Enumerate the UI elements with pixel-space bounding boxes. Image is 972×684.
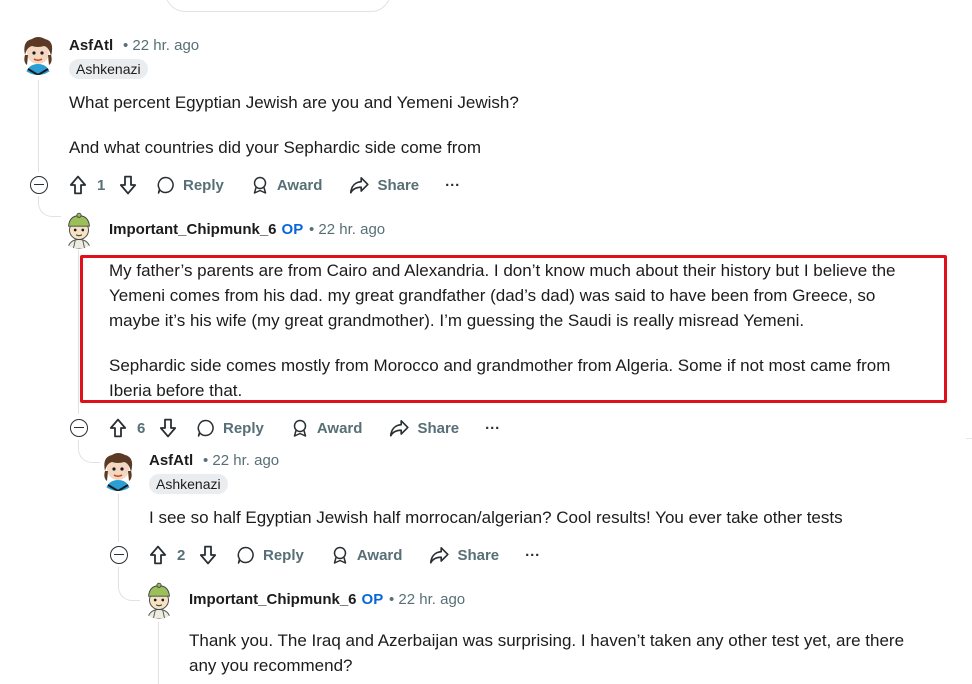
user-flair: Ashkenazi (69, 59, 148, 79)
award-label: Award (276, 176, 323, 194)
reply-label: Reply (183, 176, 224, 194)
comment-timestamp[interactable]: • 22 hr. ago (309, 221, 385, 238)
upvote-icon[interactable] (106, 416, 130, 440)
chipmunk-avatar-icon (140, 581, 178, 619)
collapse-thread-button[interactable] (110, 546, 128, 564)
reply-icon (236, 545, 256, 565)
comment-author[interactable]: AsfAtl (149, 452, 193, 469)
reply-icon (156, 175, 176, 195)
reply-button[interactable]: Reply (196, 418, 264, 438)
share-button[interactable]: Share (428, 544, 499, 566)
comment-action-bar: 1 Reply Award Share ··· (66, 168, 460, 202)
previous-element-edge (165, 0, 391, 12)
comment-timestamp[interactable]: • 22 hr. ago (389, 591, 465, 608)
comment-body-paragraph: My father’s parents are from Cairo and A… (109, 261, 896, 330)
avatar[interactable] (98, 451, 138, 491)
user-flair: Ashkenazi (149, 474, 228, 494)
chipmunk-avatar-icon (60, 211, 98, 249)
vote-controls: 2 (146, 543, 220, 567)
asfatl-avatar-icon (18, 35, 58, 75)
reply-button[interactable]: Reply (236, 545, 304, 565)
comment-timestamp[interactable]: • 22 hr. ago (203, 452, 279, 469)
more-options-button[interactable]: ··· (485, 420, 500, 437)
collapse-thread-button[interactable] (70, 419, 88, 437)
comment-action-bar: 2 Reply Award Share ··· (146, 538, 540, 572)
op-badge: OP (281, 221, 304, 238)
more-icon: ··· (525, 546, 541, 564)
reply-button[interactable]: Reply (156, 175, 224, 195)
award-icon (250, 175, 270, 195)
reply-label: Reply (263, 546, 304, 564)
more-icon: ··· (485, 419, 501, 437)
share-icon (388, 417, 410, 439)
vote-count: 6 (137, 419, 146, 437)
thread-line-level-4 (158, 622, 159, 684)
comment-timestamp[interactable]: • 22 hr. ago (123, 37, 199, 54)
downvote-icon[interactable] (196, 543, 220, 567)
thread-line-level-2 (78, 250, 79, 414)
thread-line-level-3 (118, 494, 119, 542)
comment-action-bar: 6 Reply Award Share ··· (106, 411, 500, 445)
thread-connector-level-4 (118, 567, 141, 601)
more-options-button[interactable]: ··· (445, 177, 460, 194)
share-label: Share (377, 176, 420, 194)
more-icon: ··· (445, 176, 461, 194)
thread-connector-level-3 (78, 440, 101, 463)
award-button[interactable]: Award (250, 175, 323, 195)
downvote-icon[interactable] (116, 173, 140, 197)
award-icon (330, 545, 350, 565)
more-options-button[interactable]: ··· (525, 547, 540, 564)
reply-label: Reply (223, 419, 264, 437)
award-icon (290, 418, 310, 438)
comment-author[interactable]: Important_Chipmunk_6 OP (109, 221, 303, 238)
thread-line-level-1 (38, 80, 39, 172)
avatar[interactable] (18, 35, 58, 75)
upvote-icon[interactable] (66, 173, 90, 197)
avatar[interactable] (60, 211, 98, 249)
comment-body-paragraph: What percent Egyptian Jewish are you and… (69, 93, 519, 112)
share-label: Share (457, 546, 500, 564)
award-button[interactable]: Award (290, 418, 363, 438)
asfatl-avatar-icon (98, 451, 138, 491)
comment-body-paragraph: Sephardic side comes mostly from Morocco… (109, 356, 891, 400)
scrollbar-edge (966, 438, 972, 439)
award-button[interactable]: Award (330, 545, 403, 565)
upvote-icon[interactable] (146, 543, 170, 567)
vote-count: 1 (97, 176, 106, 194)
award-label: Award (316, 419, 363, 437)
collapse-thread-button[interactable] (30, 176, 48, 194)
share-button[interactable]: Share (348, 174, 419, 196)
thread-connector-level-2 (38, 196, 61, 217)
share-label: Share (417, 419, 460, 437)
comment-body-paragraph: I see so half Egyptian Jewish half morro… (149, 508, 843, 527)
award-label: Award (356, 546, 403, 564)
share-icon (348, 174, 370, 196)
avatar[interactable] (140, 581, 178, 619)
share-button[interactable]: Share (388, 417, 459, 439)
op-badge: OP (361, 591, 384, 608)
author-name: Important_Chipmunk_6 (109, 221, 277, 238)
vote-controls: 1 (66, 173, 140, 197)
vote-count: 2 (177, 546, 186, 564)
reply-icon (196, 418, 216, 438)
comment-author[interactable]: AsfAtl (69, 37, 113, 54)
author-name: Important_Chipmunk_6 (189, 591, 357, 608)
comment-body-paragraph: And what countries did your Sephardic si… (69, 138, 481, 157)
share-icon (428, 544, 450, 566)
comment-body-paragraph: Thank you. The Iraq and Azerbaijan was s… (189, 631, 905, 675)
downvote-icon[interactable] (156, 416, 180, 440)
vote-controls: 6 (106, 416, 180, 440)
comment-author[interactable]: Important_Chipmunk_6 OP (189, 591, 383, 608)
